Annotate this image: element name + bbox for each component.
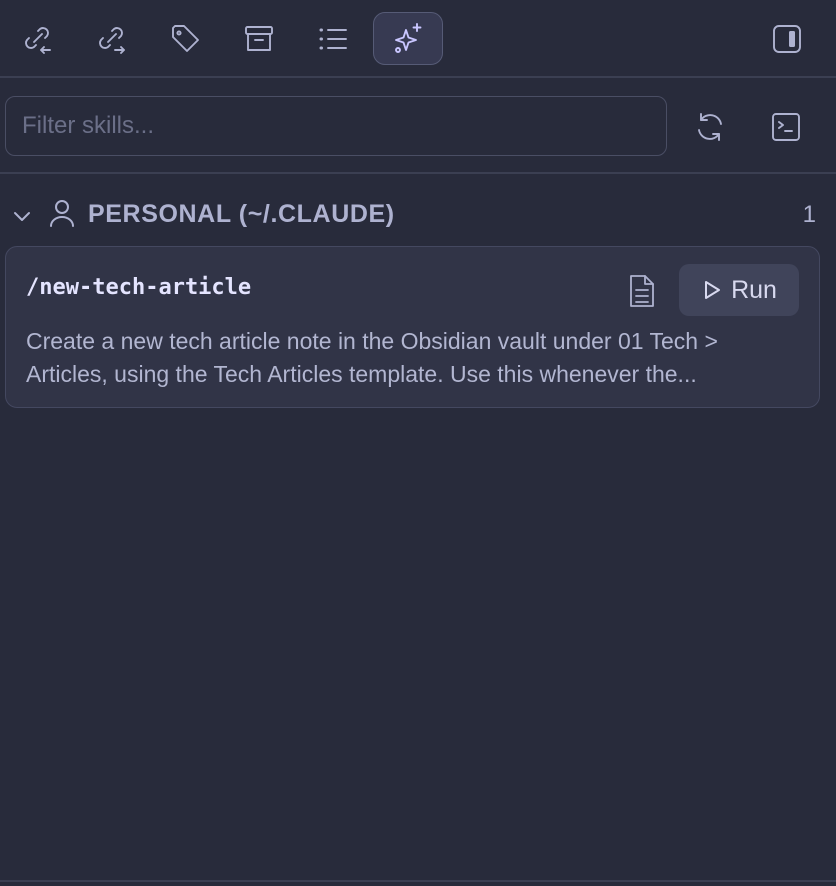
skills-button[interactable] [373,12,443,65]
backlinks-icon [25,26,51,54]
archive-button[interactable] [224,12,294,65]
document-icon [630,275,654,307]
run-skill-button[interactable]: Run [679,264,799,316]
section-title: PERSONAL (~/.CLAUDE) [88,200,395,228]
tags-button[interactable] [150,12,220,65]
toolbar [0,0,836,78]
terminal-icon [772,113,800,141]
backlinks-button[interactable] [2,12,72,65]
view-skill-file-button[interactable] [624,271,660,311]
terminal-button[interactable] [763,104,809,150]
sidebar-toggle-icon [773,24,801,53]
section-count: 1 [802,201,816,228]
skill-name: /new-tech-article [26,275,252,300]
skill-description: Create a new tech article note in the Ob… [26,328,718,387]
outgoing-links-button[interactable] [76,12,146,65]
sparkles-icon [395,22,422,53]
skill-card[interactable]: /new-tech-article Run Create a new tech … [5,246,820,408]
archive-icon [245,25,273,51]
sidebar-toggle-button[interactable] [752,12,822,65]
filter-bar [0,80,836,174]
refresh-icon [698,113,722,141]
filter-skills-input[interactable] [5,96,667,156]
play-icon [705,281,721,299]
divider [0,880,836,882]
outgoing-links-icon [99,26,125,54]
tag-icon [172,24,199,52]
refresh-button[interactable] [687,104,733,150]
outline-button[interactable] [298,12,368,65]
run-label: Run [731,275,777,304]
section-personal-header[interactable]: PERSONAL (~/.CLAUDE) 1 [0,190,836,242]
person-icon [48,198,76,228]
list-icon [319,28,347,49]
chevron-down-icon[interactable] [10,204,34,228]
